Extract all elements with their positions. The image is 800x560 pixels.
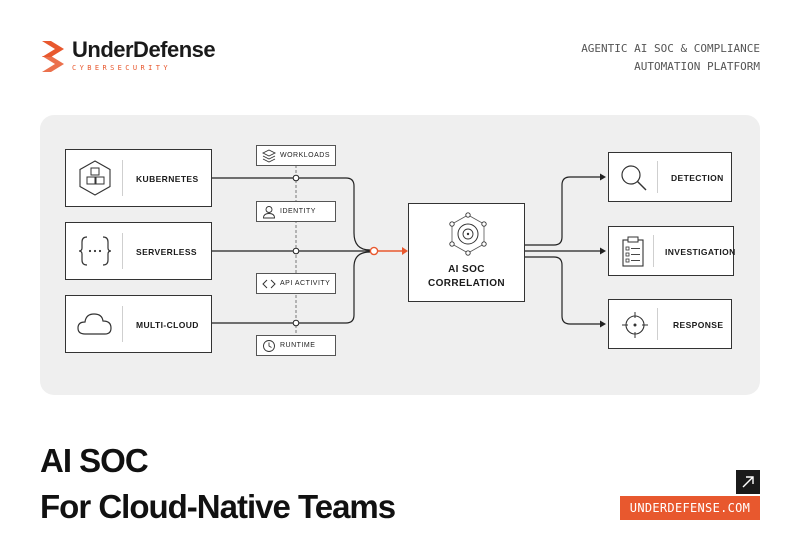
output-box-response: RESPONSE <box>608 299 732 349</box>
crosshair-icon <box>622 312 648 338</box>
braces-icon <box>78 236 112 266</box>
signal-pill-api-activity: API ACTIVITY <box>256 273 336 294</box>
architecture-diagram: KUBERNETES SERVERLESS MULTI-CLOUD WORKLO… <box>40 115 760 395</box>
user-icon <box>263 205 275 218</box>
network-hub-icon <box>449 212 487 256</box>
output-label: INVESTIGATION <box>665 247 736 257</box>
signal-pill-identity: IDENTITY <box>256 201 336 222</box>
source-box-kubernetes: KUBERNETES <box>65 149 212 207</box>
external-link-button[interactable] <box>736 470 760 494</box>
website-link[interactable]: UNDERDEFENSE.COM <box>620 496 760 520</box>
core-title: AI SOC <box>448 264 485 275</box>
core-correlation-box: AI SOC CORRELATION <box>408 203 525 302</box>
source-box-serverless: SERVERLESS <box>65 222 212 280</box>
headline-line-2: For Cloud-Native Teams <box>40 488 396 525</box>
magnifier-icon <box>621 165 647 191</box>
headline: AI SOC For Cloud-Native Teams <box>40 438 396 530</box>
tagline-line-1: AGENTIC AI SOC & COMPLIANCE <box>581 42 760 55</box>
output-box-investigation: INVESTIGATION <box>608 226 736 276</box>
output-label: DETECTION <box>671 173 724 183</box>
brand-chevron-icon <box>42 40 64 72</box>
tagline-line-2: AUTOMATION PLATFORM <box>634 60 760 73</box>
output-label: RESPONSE <box>673 320 724 330</box>
headline-line-1: AI SOC <box>40 442 149 479</box>
clock-icon <box>263 339 275 352</box>
brand-logo: UnderDefense CYBERSECURITY <box>40 37 216 73</box>
signal-pill-workloads: WORKLOADS <box>256 145 336 166</box>
core-subtitle: CORRELATION <box>428 278 505 289</box>
arrow-up-right-icon <box>742 476 754 488</box>
source-box-multi-cloud: MULTI-CLOUD <box>65 295 212 353</box>
signal-pill-runtime: RUNTIME <box>256 335 336 356</box>
brand-subtitle: CYBERSECURITY <box>72 64 171 72</box>
layers-icon <box>262 148 276 163</box>
cloud-icon <box>77 313 112 335</box>
signal-label: API ACTIVITY <box>280 280 331 287</box>
source-label: MULTI-CLOUD <box>136 320 199 330</box>
tagline: AGENTIC AI SOC & COMPLIANCE AUTOMATION P… <box>581 40 760 76</box>
signal-label: IDENTITY <box>280 208 316 215</box>
code-icon <box>262 279 276 288</box>
clipboard-icon <box>622 236 644 267</box>
output-box-detection: DETECTION <box>608 152 732 202</box>
brand-name: UnderDefense <box>72 37 216 62</box>
source-label: SERVERLESS <box>136 247 198 257</box>
source-label: KUBERNETES <box>136 174 199 184</box>
kubernetes-cubes-icon <box>79 160 111 196</box>
signal-label: WORKLOADS <box>280 152 331 159</box>
signal-label: RUNTIME <box>280 342 316 349</box>
